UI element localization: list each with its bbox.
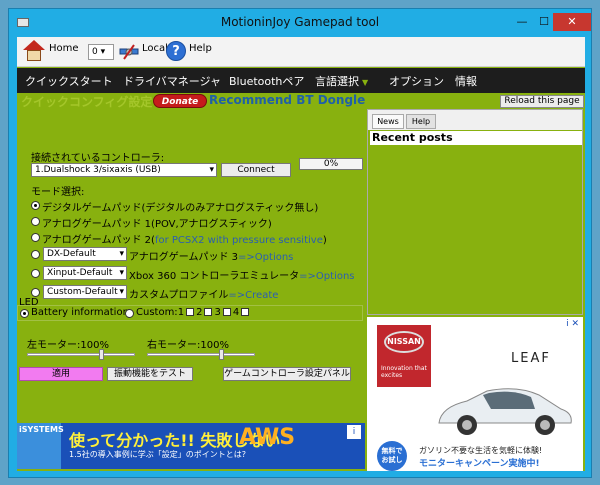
connect-button[interactable]: Connect xyxy=(221,163,291,177)
local-label[interactable]: Local xyxy=(142,43,168,54)
chevron-down-icon: ▾ xyxy=(119,287,124,297)
header-row: クイックコンフィグ設定 Donate Recommend BT Dongle R… xyxy=(17,93,585,109)
ad-line-2: モニターキャンペーン実施中! xyxy=(419,459,540,469)
recent-posts-heading: Recent posts xyxy=(370,131,582,145)
game-controller-panel-button[interactable]: ゲームコントローラ設定パネル xyxy=(223,367,351,381)
maximize-button[interactable]: ☐ xyxy=(535,13,553,31)
progress-bar: 0% xyxy=(299,158,363,170)
title-bar[interactable]: MotioninJoy Gamepad tool — ☐ ✕ xyxy=(9,9,591,37)
chevron-down-icon: ▼ xyxy=(362,78,369,87)
led-custom-label: Custom:1 2 3 4 xyxy=(136,307,251,318)
menu-options[interactable]: オプション xyxy=(389,73,444,89)
ad-brand: iSYSTEMS xyxy=(17,423,64,469)
mode-radio-custom[interactable] xyxy=(31,288,40,297)
minimize-button[interactable]: — xyxy=(513,13,531,31)
car-image xyxy=(438,388,572,435)
tab-help[interactable]: Help xyxy=(406,114,436,129)
apply-button[interactable]: 適用 xyxy=(19,367,103,381)
mode-radio-xinput[interactable] xyxy=(31,269,40,278)
ad-subtext: 1.5社の導入事例に学ぶ「設定」のポイントとは? xyxy=(69,450,246,459)
xinput-options-link[interactable]: =>Options xyxy=(299,271,354,282)
test-vibration-button[interactable]: 振動機能をテスト xyxy=(107,367,193,381)
menu-bluetooth-pair[interactable]: Bluetoothペア xyxy=(229,73,304,89)
analog3-options-link[interactable]: =>Options xyxy=(238,252,293,263)
left-motor-label: 左モーター:100% xyxy=(27,340,109,351)
news-sidebar: News Help Recent posts i ✕ NISSAN Innova… xyxy=(367,109,585,471)
satellite-icon[interactable] xyxy=(118,41,140,63)
menu-driver-manager[interactable]: ドライバマネージャ xyxy=(123,73,221,89)
ad-info-icon[interactable]: i xyxy=(347,425,361,439)
led-group: Battery information Custom:1 2 3 4 xyxy=(17,305,363,321)
custom-profile-select[interactable]: Custom-Default ▾ xyxy=(43,285,127,299)
led-battery-label: Battery information xyxy=(31,307,129,318)
right-motor-label: 右モーター:100% xyxy=(147,340,229,351)
chevron-down-icon: ▾ xyxy=(119,268,124,278)
mode-radio-digital[interactable] xyxy=(31,201,40,210)
led-radio-battery[interactable] xyxy=(20,309,29,318)
home-icon[interactable] xyxy=(23,40,45,62)
recommend-link[interactable]: Recommend BT Dongle xyxy=(209,93,365,107)
led2-checkbox[interactable] xyxy=(204,308,213,316)
menu-language[interactable]: 言語選択 ▼ xyxy=(315,73,368,89)
mode-radio-analog1[interactable] xyxy=(31,217,40,226)
left-motor-slider[interactable] xyxy=(27,353,135,356)
reload-button[interactable]: Reload this page xyxy=(500,95,584,108)
mode-analog3-label: アナログゲームパッド 3=>Options xyxy=(129,252,294,263)
ad-line-1: ガソリン不要な生活を気軽に体験! xyxy=(419,446,543,455)
pcsx2-link: for PCSX2 with pressure sensitive xyxy=(154,235,323,246)
mode-custom-label: カスタムプロファイル=>Create xyxy=(129,290,279,301)
menu-quickstart[interactable]: クイックスタート xyxy=(25,73,113,89)
led-radio-custom[interactable] xyxy=(125,309,134,318)
ad-campaign-strip: 無料で お試し ガソリン不要な生活を気軽に体験! モニターキャンペーン実施中! xyxy=(367,441,583,471)
mode-analog2-label: アナログゲームパッド 2(for PCSX2 with pressure sen… xyxy=(42,235,327,246)
free-trial-badge: 無料で お試し xyxy=(377,441,407,471)
ad-aws-logo: AWS xyxy=(239,425,296,450)
banner-ad-bottom[interactable]: iSYSTEMS 使って分かった!! 失敗しない AWS 1.5社の導入事例に学… xyxy=(17,423,365,469)
left-motor-slider-handle[interactable] xyxy=(99,349,104,360)
dx-profile-select[interactable]: DX-Default ▾ xyxy=(43,247,127,261)
right-motor-slider[interactable] xyxy=(147,353,255,356)
led3-checkbox[interactable] xyxy=(222,308,231,316)
controller-label: 接続されているコントローラ: xyxy=(31,153,165,164)
chevron-down-icon: ▾ xyxy=(209,165,214,175)
menu-bar: クイックスタート ドライバマネージャ Bluetoothペア 言語選択 ▼ オプシ… xyxy=(17,68,585,93)
controller-select[interactable]: 1.Dualshock 3/sixaxis (USB) ▾ xyxy=(31,163,217,177)
tab-strip: News Help xyxy=(368,110,582,130)
window-title: MotioninJoy Gamepad tool xyxy=(220,15,380,29)
mode-xinput-label: Xbox 360 コントローラエミュレータ=>Options xyxy=(129,271,355,282)
ad-close-icon[interactable]: i ✕ xyxy=(566,319,579,329)
toolbar: Home 0 ▾ Local ? Help xyxy=(17,37,585,67)
led4-checkbox[interactable] xyxy=(241,308,250,316)
custom-create-link[interactable]: =>Create xyxy=(228,290,278,301)
nissan-logo: NISSAN Innovation that excites xyxy=(377,325,431,387)
mode-label: モード選択: xyxy=(31,187,85,198)
app-window: MotioninJoy Gamepad tool — ☐ ✕ Home 0 ▾ … xyxy=(8,8,592,478)
led1-checkbox[interactable] xyxy=(186,308,195,316)
home-label[interactable]: Home xyxy=(49,43,79,54)
right-motor-slider-handle[interactable] xyxy=(219,349,224,360)
tab-news[interactable]: News xyxy=(372,114,404,129)
mode-analog1-label: アナログゲームパッド 1(POV,アナログスティック) xyxy=(42,219,272,230)
banner-ad-right[interactable]: i ✕ NISSAN Innovation that excites LEAF … xyxy=(367,317,583,471)
mode-digital-label: デジタルゲームパッド(デジタルのみアナログスティック無し) xyxy=(42,203,319,214)
client-area: Home 0 ▾ Local ? Help クイックスタート ドライバマネージャ… xyxy=(17,37,585,471)
menu-info[interactable]: 情報 xyxy=(455,73,477,89)
donate-button[interactable]: Donate xyxy=(153,94,207,108)
ad-model-name: LEAF xyxy=(511,351,551,366)
settings-panel: 接続されているコントローラ: 1.Dualshock 3/sixaxis (US… xyxy=(17,109,367,471)
chevron-down-icon: ▾ xyxy=(119,249,124,259)
news-panel: News Help Recent posts xyxy=(367,109,583,315)
mode-radio-analog3[interactable] xyxy=(31,250,40,259)
mode-radio-analog2[interactable] xyxy=(31,233,40,242)
home-select[interactable]: 0 ▾ xyxy=(88,44,114,60)
xinput-profile-select[interactable]: Xinput-Default ▾ xyxy=(43,266,127,280)
page-title: クイックコンフィグ設定 xyxy=(21,95,153,109)
help-label[interactable]: Help xyxy=(189,43,212,54)
help-icon[interactable]: ? xyxy=(166,41,186,61)
close-button[interactable]: ✕ xyxy=(553,13,591,31)
